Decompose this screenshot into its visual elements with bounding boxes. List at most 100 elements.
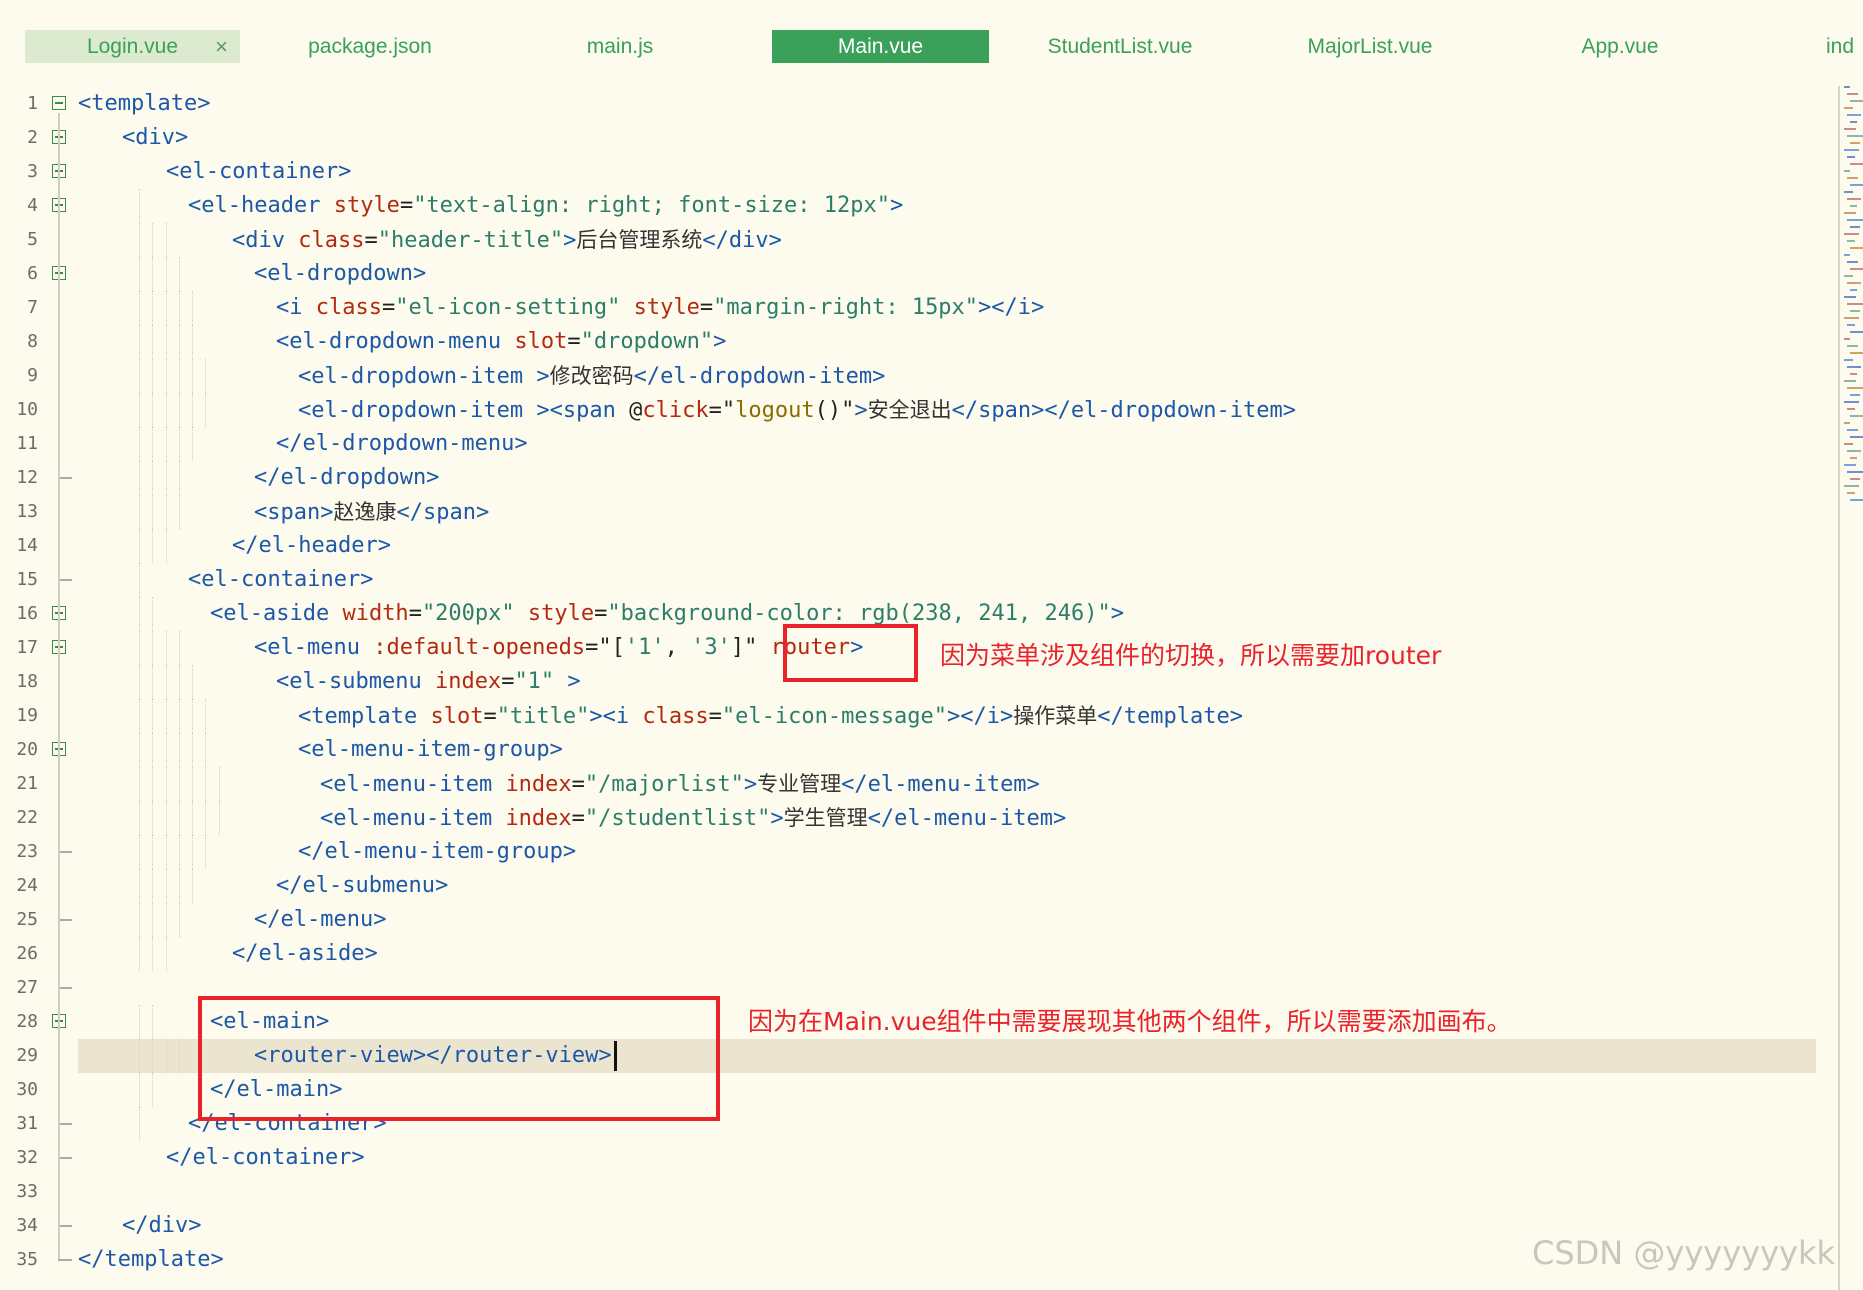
code-token: </el-menu-item-group> <box>298 839 577 864</box>
indent-guide <box>152 801 154 835</box>
tab-package-json[interactable]: package.json <box>255 30 485 63</box>
code-line[interactable]: 12 </el-dropdown> <box>0 461 1830 495</box>
code-line[interactable]: 14 </el-header> <box>0 529 1830 563</box>
code-text: <i class="el-icon-setting" style="margin… <box>276 291 1044 325</box>
code-line[interactable]: 26 </el-aside> <box>0 937 1830 971</box>
code-token: </el-container> <box>166 1145 365 1170</box>
tab-login-vue[interactable]: Login.vue × <box>25 30 240 63</box>
code-line[interactable]: 3 <el-container> <box>0 155 1830 189</box>
code-token: 操作菜单 <box>1013 704 1098 728</box>
code-line[interactable]: 22 <el-menu-item index="/studentlist">学生管… <box>0 801 1830 835</box>
code-line[interactable]: 8 <el-dropdown-menu slot="dropdown"> <box>0 325 1830 359</box>
code-line[interactable]: 7 <i class="el-icon-setting" style="margi… <box>0 291 1830 325</box>
minimap-line <box>1847 450 1861 452</box>
code-token: <el-dropdown-item ><span <box>298 398 630 423</box>
minimap-line <box>1847 219 1863 221</box>
line-number: 32 <box>16 1147 38 1168</box>
indent-guide <box>205 393 207 427</box>
tab-main-js[interactable]: main.js <box>505 30 735 63</box>
code-token: </template> <box>78 1247 224 1272</box>
code-line[interactable]: 20 <el-menu-item-group> <box>0 733 1830 767</box>
code-text: <el-dropdown-item >修改密码</el-dropdown-ite… <box>298 359 885 394</box>
code-token: <el-header <box>188 193 334 218</box>
tab-main-vue[interactable]: Main.vue <box>772 30 989 63</box>
indent-guide <box>165 665 167 699</box>
indent-guide <box>178 835 180 869</box>
indent-guide <box>139 427 140 461</box>
code-text: <el-header style="text-align: right; fon… <box>188 189 903 223</box>
tab-label: Login.vue <box>86 35 179 58</box>
indent-guide <box>192 767 193 801</box>
indent-guide <box>218 801 220 835</box>
tab-app-vue[interactable]: App.vue <box>1505 30 1735 63</box>
code-line[interactable]: 13 <span>赵逸康</span> <box>0 495 1830 529</box>
line-number: 23 <box>16 841 38 862</box>
code-line[interactable]: 10 <el-dropdown-item ><span @click="logou… <box>0 393 1830 427</box>
line-number: 14 <box>16 535 38 556</box>
minimap-line <box>1844 191 1853 193</box>
minimap-line <box>1847 471 1863 473</box>
code-line[interactable]: 5 <div class="header-title">后台管理系统</div> <box>0 223 1830 257</box>
tab-majorlist-vue[interactable]: MajorList.vue <box>1255 30 1485 63</box>
code-line[interactable]: 2 <div> <box>0 121 1830 155</box>
line-number: 19 <box>16 705 38 726</box>
indent-guide <box>139 1005 140 1039</box>
code-line[interactable]: 9 <el-dropdown-item >修改密码</el-dropdown-it… <box>0 359 1830 393</box>
code-line[interactable]: 1 <template> <box>0 87 1830 121</box>
fold-collapse-icon[interactable] <box>52 96 66 110</box>
minimap[interactable] <box>1838 86 1863 1290</box>
tab-index-truncated[interactable]: ind <box>1826 30 1863 63</box>
code-text: </el-aside> <box>232 937 378 971</box>
indent-guide <box>205 767 207 801</box>
watermark: CSDN @yyyyyyykk <box>1531 1234 1835 1272</box>
code-line[interactable]: 25 </el-menu> <box>0 903 1830 937</box>
minimap-line <box>1844 149 1859 151</box>
code-line[interactable]: 11 </el-dropdown-menu> <box>0 427 1830 461</box>
code-token: <template <box>298 704 431 729</box>
minimap-line <box>1847 282 1861 284</box>
indent-guide <box>139 699 140 733</box>
indent-guide <box>152 903 154 937</box>
code-token: "el-icon-message" <box>721 704 948 729</box>
close-icon[interactable]: × <box>215 30 228 63</box>
code-line[interactable]: 21 <el-menu-item index="/majorlist">专业管理<… <box>0 767 1830 801</box>
code-token: > <box>563 228 577 253</box>
code-token: click <box>642 398 709 423</box>
indent-guide <box>139 597 140 631</box>
indent-guide <box>178 1039 180 1073</box>
code-line[interactable]: 24 </el-submenu> <box>0 869 1830 903</box>
code-text: <el-menu :default-openeds="['1', '3']" r… <box>254 631 863 665</box>
indent-guide <box>178 665 180 699</box>
indent-guide <box>152 869 154 903</box>
tab-studentlist-vue[interactable]: StudentList.vue <box>1005 30 1235 63</box>
code-line[interactable]: 6 <el-dropdown> <box>0 257 1830 291</box>
indent-guide <box>165 461 167 495</box>
indent-guide <box>192 665 193 699</box>
code-line[interactable]: 15 <el-container> <box>0 563 1830 597</box>
code-line[interactable]: 4 <el-header style="text-align: right; fo… <box>0 189 1830 223</box>
minimap-line <box>1844 317 1859 319</box>
code-line[interactable]: 23 </el-menu-item-group> <box>0 835 1830 869</box>
code-token: 修改密码 <box>549 364 634 388</box>
code-line[interactable]: 32 </el-container> <box>0 1141 1830 1175</box>
indent-guide <box>152 529 154 563</box>
line-number: 13 <box>16 501 38 522</box>
code-token: <el-container> <box>166 159 352 184</box>
minimap-line <box>1847 135 1863 137</box>
indent-guide <box>178 495 180 529</box>
fold-end-marker <box>58 987 72 989</box>
code-token: = <box>364 228 378 253</box>
indent-guide <box>152 359 154 393</box>
indent-guide <box>165 427 167 461</box>
code-token: = <box>483 704 497 729</box>
line-number: 3 <box>27 161 38 182</box>
code-line[interactable]: 33 <box>0 1175 1830 1209</box>
minimap-line <box>1844 128 1856 130</box>
code-token: :default-openeds <box>373 635 586 660</box>
indent-guide <box>165 257 167 291</box>
indent-guide <box>178 325 180 359</box>
line-number: 10 <box>16 399 38 420</box>
code-line[interactable]: 19 <template slot="title"><i class="el-ic… <box>0 699 1830 733</box>
code-token: > <box>890 193 904 218</box>
